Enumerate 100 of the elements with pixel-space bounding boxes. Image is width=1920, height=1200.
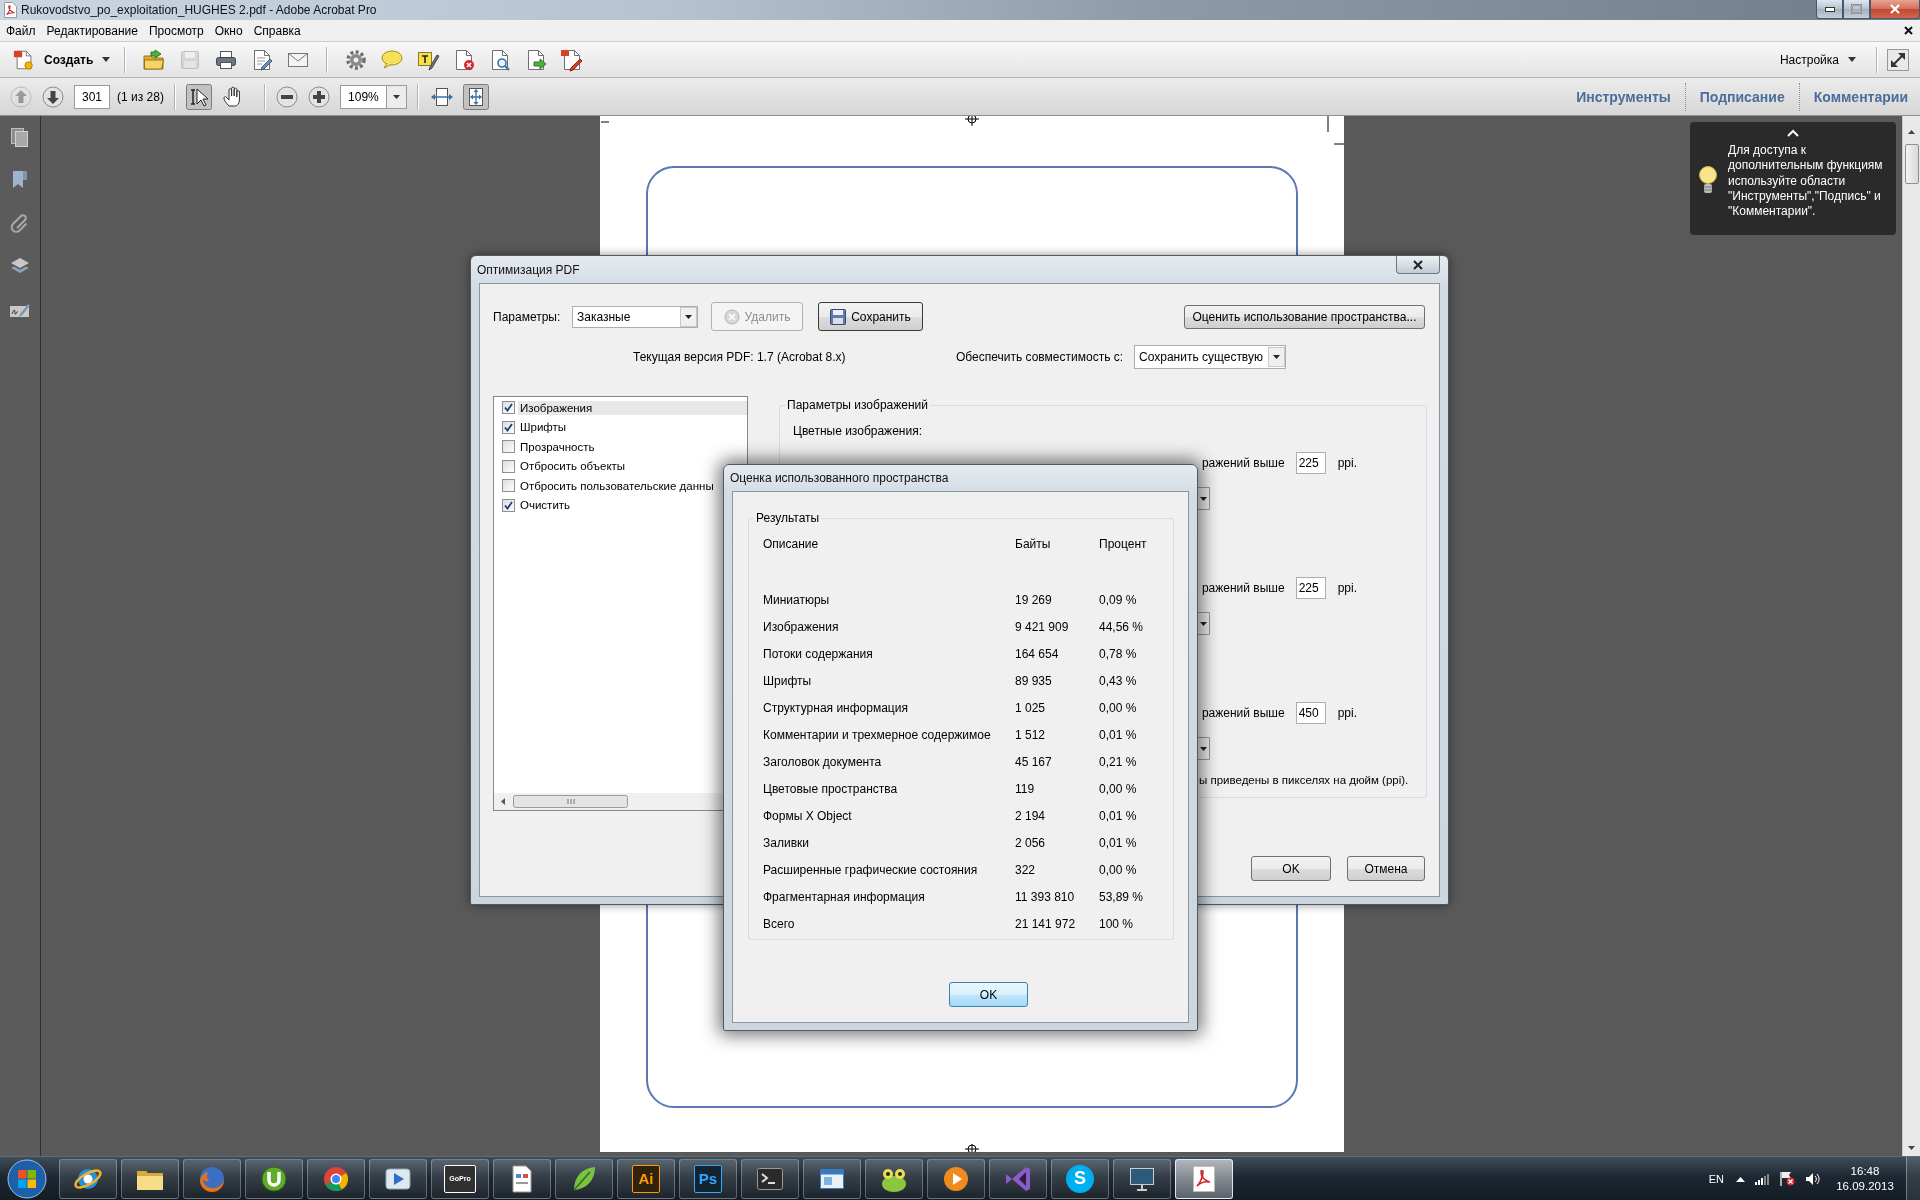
show-desktop-button[interactable] xyxy=(1906,1157,1920,1200)
folder-icon[interactable] xyxy=(142,47,167,72)
caret-icon[interactable] xyxy=(385,84,407,109)
scrollbar-thumb[interactable] xyxy=(513,795,628,808)
list-item[interactable]: Изображения xyxy=(518,400,747,415)
taskbar-button[interactable] xyxy=(369,1158,427,1199)
start-orb-icon[interactable] xyxy=(7,1158,47,1199)
page-number-field[interactable]: 301 xyxy=(74,84,110,109)
customize-menu-button[interactable]: Настройка xyxy=(1773,46,1862,73)
checkbox[interactable] xyxy=(502,459,515,473)
close-icon xyxy=(1413,259,1423,270)
dropdown-arrow-icon[interactable] xyxy=(1198,612,1210,635)
table-cell: 164 654 xyxy=(1015,646,1059,661)
caret-icon xyxy=(680,306,697,327)
list-item[interactable]: Шрифты xyxy=(518,420,569,435)
field-label: Обеспечить совместимость с: xyxy=(956,350,1125,364)
dropdown-arrow-icon[interactable] xyxy=(1198,487,1210,510)
preset-dropdown[interactable]: Заказные xyxy=(572,305,698,328)
close-icon[interactable] xyxy=(1904,26,1913,35)
caret-icon xyxy=(1268,347,1285,367)
menu-item[interactable]: Просмотр xyxy=(142,23,209,38)
scrollbar-thumb[interactable] xyxy=(1904,144,1919,184)
group-title: Результаты xyxy=(754,511,822,526)
list-item[interactable]: Очистить xyxy=(518,498,573,513)
save-button[interactable]: Сохранить xyxy=(818,302,923,331)
pane-tab[interactable]: Комментарии xyxy=(1801,81,1920,112)
clock-time[interactable]: 16:48 xyxy=(1850,1163,1880,1179)
fit-page-icon[interactable] xyxy=(462,83,489,110)
table-cell: 0,00 % xyxy=(1099,781,1137,796)
taskbar-button[interactable] xyxy=(555,1158,613,1199)
speaker-icon[interactable] xyxy=(1805,1171,1821,1186)
zoom-field[interactable]: 109% xyxy=(339,84,386,109)
taskbar-button[interactable] xyxy=(307,1158,365,1199)
signal-bars-icon[interactable] xyxy=(1755,1172,1769,1185)
table-cell: Расширенные графические состояния xyxy=(763,862,978,877)
taskbar-button[interactable] xyxy=(59,1158,117,1199)
taskbar-button[interactable] xyxy=(121,1158,179,1199)
menu-item[interactable]: Справка xyxy=(247,23,306,38)
taskbar-button[interactable] xyxy=(1175,1158,1233,1199)
version-text: Текущая версия PDF: 1.7 (Acrobat 8.x) xyxy=(633,350,847,364)
checkbox[interactable] xyxy=(502,479,515,493)
language-indicator[interactable]: EN xyxy=(1708,1172,1724,1185)
dialog-title: Оценка использованного пространства xyxy=(730,471,949,485)
close-icon xyxy=(1890,4,1900,14)
taskbar-button[interactable] xyxy=(927,1158,985,1199)
ok-button[interactable]: OK xyxy=(949,982,1028,1007)
audit-button[interactable]: Оценить использование пространства... xyxy=(1184,304,1425,329)
checkbox[interactable] xyxy=(502,440,515,454)
chevron-up-icon[interactable] xyxy=(1736,1175,1745,1182)
table-cell: 2 194 xyxy=(1015,808,1046,823)
clock-date[interactable]: 16.09.2013 xyxy=(1836,1178,1894,1194)
menu-item[interactable]: Редактирование xyxy=(40,23,143,38)
minimize-icon xyxy=(1824,6,1835,12)
minimize-button[interactable] xyxy=(1816,0,1843,19)
taskbar-button[interactable] xyxy=(865,1158,923,1199)
list-item[interactable]: Прозрачность xyxy=(518,439,597,454)
zoom-in-icon[interactable] xyxy=(307,85,330,108)
ppi-field[interactable]: 225 xyxy=(1295,452,1326,474)
ppi-field[interactable]: 450 xyxy=(1295,702,1326,724)
settings-icon[interactable] xyxy=(344,47,369,72)
checkbox[interactable] xyxy=(502,498,515,512)
close-button[interactable] xyxy=(1870,0,1920,19)
taskbar-button[interactable]: Ps xyxy=(679,1158,737,1199)
menu-item[interactable]: Окно xyxy=(208,23,248,38)
table-cell: Заголовок документа xyxy=(763,754,882,769)
checkbox[interactable] xyxy=(502,401,515,415)
flag-icon[interactable] xyxy=(1779,1171,1795,1186)
pane-tab[interactable]: Подписание xyxy=(1687,81,1797,112)
menu-item[interactable]: Файл xyxy=(0,23,41,38)
chevron-up-icon[interactable] xyxy=(1787,129,1799,137)
setting-label: ражений выше xyxy=(1201,581,1285,595)
unit-label: ppi. xyxy=(1337,456,1357,470)
maximize-button[interactable] xyxy=(1843,0,1870,19)
list-item[interactable]: Отбросить пользовательские данны xyxy=(518,478,716,493)
close-button[interactable] xyxy=(1396,256,1440,274)
checkbox[interactable] xyxy=(502,420,515,434)
taskbar-button[interactable] xyxy=(245,1158,303,1199)
table-cell: 45 167 xyxy=(1015,754,1052,769)
document-star-icon xyxy=(13,48,35,71)
column-header: Описание xyxy=(763,536,819,551)
document-pen-icon[interactable] xyxy=(560,47,585,72)
table-cell: 21 141 972 xyxy=(1015,916,1076,931)
table-cell: 53,89 % xyxy=(1099,889,1144,904)
ppi-field[interactable]: 225 xyxy=(1295,577,1326,599)
taskbar-button[interactable] xyxy=(803,1158,861,1199)
select-cursor-icon[interactable] xyxy=(185,83,212,110)
cancel-button[interactable]: Отмена xyxy=(1347,856,1425,881)
dropdown-arrow-icon[interactable] xyxy=(1198,737,1210,760)
compatibility-dropdown[interactable]: Сохранить существую xyxy=(1134,345,1286,369)
create-button[interactable]: Создать xyxy=(9,45,115,74)
expand-icon[interactable] xyxy=(1887,48,1909,71)
ok-button[interactable]: OK xyxy=(1251,856,1331,881)
zoom-out-icon[interactable] xyxy=(275,85,298,108)
pane-tab[interactable]: Инструменты xyxy=(1564,81,1683,112)
table-cell: 322 xyxy=(1015,862,1036,877)
taskbar-button[interactable] xyxy=(1113,1158,1171,1199)
speech-bubble-icon[interactable] xyxy=(380,47,405,72)
taskbar-button[interactable] xyxy=(493,1158,551,1199)
list-item[interactable]: Отбросить объекты xyxy=(518,459,628,474)
taskbar-button[interactable]: Ai xyxy=(617,1158,675,1199)
